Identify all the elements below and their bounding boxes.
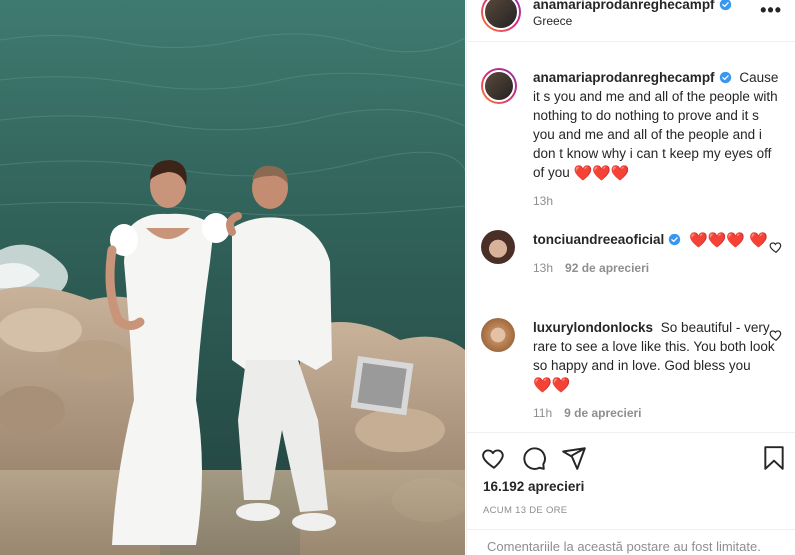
comment-like-heart-icon[interactable] xyxy=(769,240,783,254)
caption-time[interactable]: 13h xyxy=(533,194,553,208)
comment-time[interactable]: 11h xyxy=(533,406,552,420)
photo-image xyxy=(0,0,465,555)
comment-time[interactable]: 13h xyxy=(533,261,553,275)
comment-meta: 13h 92 de aprecieri xyxy=(533,261,781,275)
more-horizontal-icon[interactable]: ••• xyxy=(760,0,782,21)
comment-icon[interactable] xyxy=(521,445,547,471)
heart-emoji: ❤️❤️ xyxy=(533,377,571,394)
comment-like-heart-icon[interactable] xyxy=(769,328,783,342)
comment-item: tonciuandreeaoficial ❤️❤️❤️ ❤️ 13h 92 de … xyxy=(481,230,783,275)
caption-meta: 13h xyxy=(533,194,781,208)
comment-text: ❤️❤️❤️ ❤️ xyxy=(689,232,768,249)
bookmark-icon[interactable] xyxy=(761,445,787,471)
comment-item: luxurylondonlocks So beautiful - very ra… xyxy=(481,318,783,420)
comments-limited-notice: Comentariile la această postare au fost … xyxy=(467,529,795,555)
post-photo[interactable] xyxy=(0,0,465,555)
caption-text: Cause it s you and me and all of the peo… xyxy=(533,70,779,180)
post-caption: anamariaprodanreghecampf Cause it s you … xyxy=(481,68,781,208)
post-location[interactable]: Greece xyxy=(533,14,572,28)
comment-likes[interactable]: 9 de aprecieri xyxy=(564,406,641,420)
commenter-username[interactable]: tonciuandreeaoficial xyxy=(533,232,681,247)
verified-badge-icon xyxy=(669,233,681,246)
post-time[interactable]: ACUM 13 DE ORE xyxy=(483,505,567,516)
comment-meta: 11h 9 de aprecieri xyxy=(533,406,781,420)
caption-avatar[interactable] xyxy=(481,68,517,104)
comment-likes[interactable]: 92 de aprecieri xyxy=(565,261,649,275)
commenter-username[interactable]: luxurylondonlocks xyxy=(533,320,653,335)
heart-emoji: ❤️❤️❤️ xyxy=(573,165,630,182)
share-icon[interactable] xyxy=(561,445,587,471)
post-actions: 16.192 aprecieri ACUM 13 DE ORE Comentar… xyxy=(467,432,795,555)
author-avatar[interactable] xyxy=(481,0,521,32)
commenter-avatar[interactable] xyxy=(481,230,515,264)
verified-badge-icon xyxy=(719,71,731,84)
heart-icon[interactable] xyxy=(481,445,507,471)
post-header: anamariaprodanreghecampf Greece ••• xyxy=(467,0,795,42)
likes-count[interactable]: 16.192 aprecieri xyxy=(483,479,584,494)
commenter-avatar[interactable] xyxy=(481,318,515,352)
author-username[interactable]: anamariaprodanreghecampf xyxy=(533,0,732,12)
caption-username[interactable]: anamariaprodanreghecampf xyxy=(533,70,732,85)
post-panel: anamariaprodanreghecampf Greece ••• anam… xyxy=(466,0,795,555)
verified-badge-icon xyxy=(719,0,731,11)
